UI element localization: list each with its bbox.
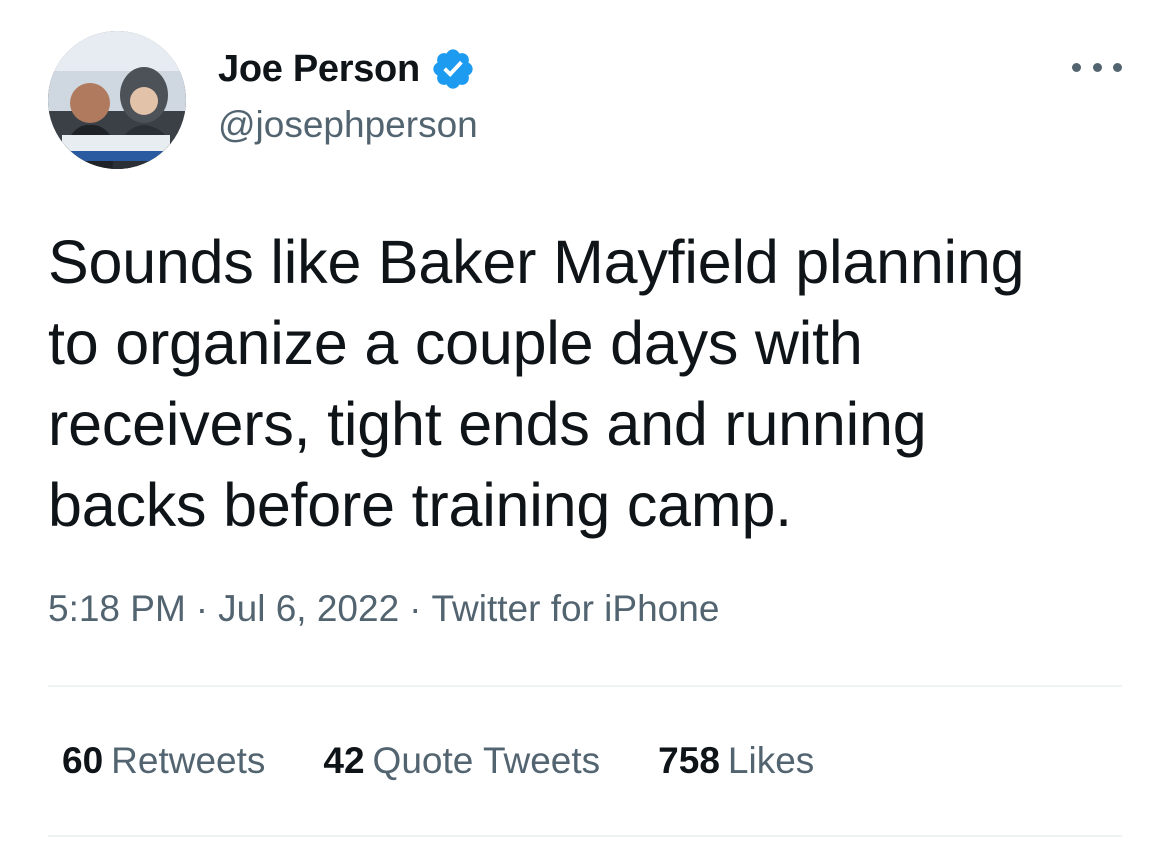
- quote-tweets-stat[interactable]: 42 Quote Tweets: [323, 740, 600, 782]
- display-name[interactable]: Joe Person: [218, 48, 420, 91]
- divider: [48, 685, 1122, 687]
- avatar-photo: [48, 31, 186, 169]
- more-horizontal-icon: [1113, 62, 1122, 72]
- likes-label: Likes: [727, 740, 815, 781]
- author-name-row[interactable]: Joe Person: [218, 46, 476, 92]
- user-handle[interactable]: @josephperson: [218, 104, 478, 146]
- tweet-text-line: to organize a couple days with: [48, 309, 863, 377]
- quote-tweets-count: 42: [323, 740, 365, 781]
- retweets-count: 60: [62, 740, 104, 781]
- divider: [48, 835, 1122, 837]
- more-horizontal-icon: [1072, 62, 1081, 72]
- tweet-time[interactable]: 5:18 PM: [48, 588, 186, 629]
- avatar[interactable]: [48, 31, 186, 169]
- verified-badge-icon: [433, 49, 473, 89]
- likes-stat[interactable]: 758 Likes: [658, 740, 814, 782]
- retweets-label: Retweets: [111, 740, 266, 781]
- quote-tweets-label: Quote Tweets: [372, 740, 601, 781]
- tweet-text-line: receivers, tight ends and running: [48, 390, 927, 458]
- meta-separator: ·: [195, 588, 209, 629]
- tweet-text-line: Sounds like Baker Mayfield planning: [48, 228, 1025, 296]
- more-horizontal-icon: [1092, 62, 1102, 72]
- more-options-button[interactable]: [1072, 52, 1122, 82]
- retweets-stat[interactable]: 60 Retweets: [62, 740, 265, 782]
- tweet-date[interactable]: Jul 6, 2022: [218, 588, 399, 629]
- meta-separator: ·: [409, 588, 422, 629]
- tweet-text: Sounds like Baker Mayfield planning to o…: [48, 222, 1128, 546]
- tweet-metadata: 5:18 PM · Jul 6, 2022 · Twitter for iPhone: [48, 588, 719, 630]
- tweet-text-line: backs before training camp.: [48, 471, 792, 539]
- likes-count: 758: [658, 740, 720, 781]
- tweet-source[interactable]: Twitter for iPhone: [431, 588, 719, 629]
- tweet-detail: Joe Person @josephperson Sounds like Bak…: [0, 0, 1170, 856]
- engagement-stats: 60 Retweets 42 Quote Tweets 758 Likes: [62, 740, 872, 782]
